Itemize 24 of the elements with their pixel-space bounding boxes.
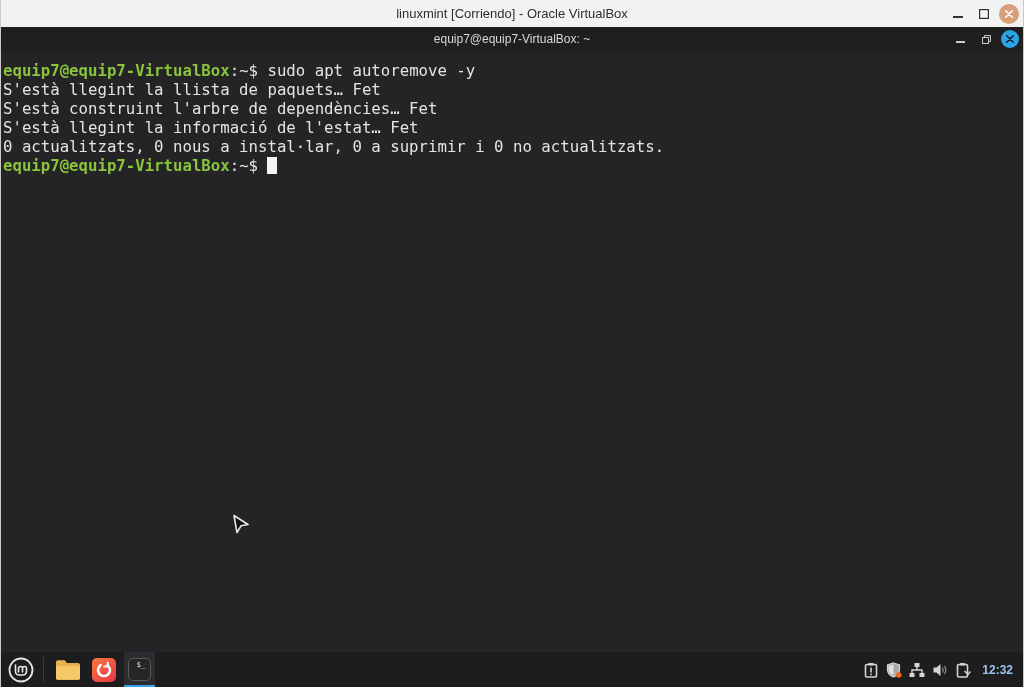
- clock[interactable]: 12:32: [982, 662, 1013, 677]
- restore-icon: [981, 34, 991, 44]
- terminal-line: equip7@equip7-VirtualBox:~$ sudo apt autoremove -y: [3, 61, 476, 80]
- terminal-line: S'està construint l'arbre de dependències… Fet: [3, 99, 438, 118]
- network-icon[interactable]: [909, 661, 926, 678]
- terminal-title: equip7@equip7-VirtualBox: ~: [433, 32, 591, 46]
- minimize-icon: [955, 41, 965, 43]
- window-title: linuxmint [Corriendo] - Oracle VirtualBox: [396, 6, 628, 21]
- speaker-icon[interactable]: [932, 661, 949, 678]
- close-button[interactable]: [1001, 30, 1019, 48]
- terminal-line: S'està llegint la llista de paquets… Fet: [3, 80, 381, 99]
- clipboard-icon[interactable]: [955, 661, 972, 678]
- mint-logo-icon: [8, 656, 34, 683]
- shield-icon[interactable]: [886, 661, 903, 678]
- terminal-line: equip7@equip7-VirtualBox:~$: [3, 156, 259, 175]
- folder-icon: [55, 657, 80, 682]
- terminal-line: 0 actualitzats, 0 nous a instal·lar, 0 a suprimir i 0 no actualitzats.: [3, 137, 665, 156]
- maximize-icon: [979, 8, 989, 19]
- minimize-icon: [953, 16, 963, 18]
- mouse-pointer-icon: [232, 514, 250, 534]
- terminal-line: S'està llegint la informació de l'estat… Fet: [3, 118, 419, 137]
- close-icon: [1005, 9, 1013, 18]
- clipboard-alert-icon[interactable]: [863, 661, 880, 678]
- close-icon: [1006, 35, 1014, 43]
